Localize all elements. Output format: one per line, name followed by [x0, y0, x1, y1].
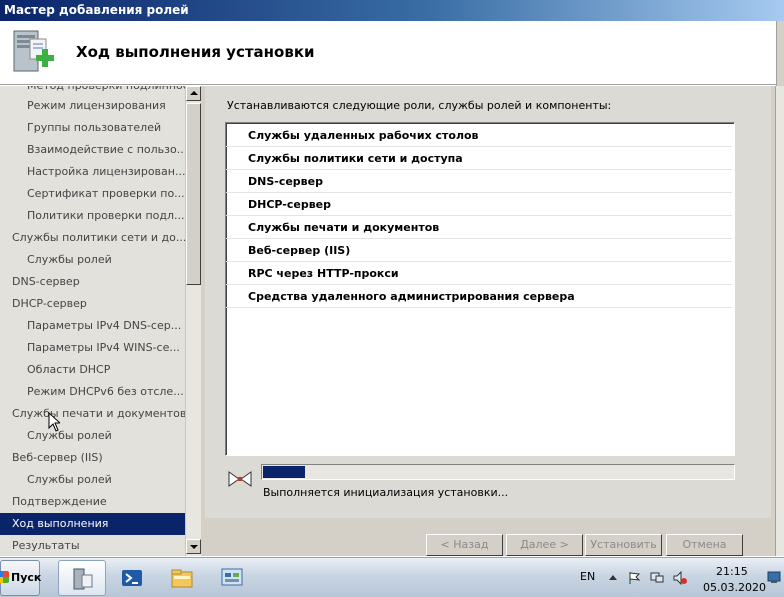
- list-item: Службы печати и документов: [226, 216, 732, 239]
- tray-arrow-icon[interactable]: [606, 571, 620, 585]
- list-item: Веб-сервер (IIS): [226, 239, 732, 262]
- install-intro-text: Устанавливаются следующие роли, службы р…: [227, 99, 612, 112]
- list-item: Службы удаленных рабочих столов: [226, 124, 732, 147]
- nav-item-auth-certificate[interactable]: Сертификат проверки по...: [0, 183, 185, 205]
- taskbar-explorer[interactable]: [158, 560, 206, 596]
- window-right-edge: [775, 86, 784, 556]
- volume-muted-icon[interactable]: [673, 571, 687, 585]
- nav-item-licensing-config[interactable]: Настройка лицензирован...: [0, 161, 185, 183]
- taskbar-server-manager[interactable]: [58, 560, 106, 596]
- windows-logo-icon: [0, 571, 9, 583]
- nav-item-nps[interactable]: Службы политики сети и до...: [0, 227, 185, 249]
- nav-item-licensing-mode[interactable]: Режим лицензирования: [0, 95, 185, 117]
- installing-icon: [228, 471, 252, 487]
- arrow-up-icon: [190, 91, 198, 95]
- nav-item-auth-policies[interactable]: Политики проверки подл...: [0, 205, 185, 227]
- server-manager-icon: [73, 568, 93, 590]
- cancel-button[interactable]: Отмена: [666, 534, 743, 556]
- nav-scrollbar[interactable]: [185, 86, 201, 556]
- back-button[interactable]: < Назад: [426, 534, 503, 556]
- start-label: Пуск: [11, 571, 42, 584]
- window-title-bar[interactable]: Мастер добавления ролей: [0, 0, 784, 21]
- nav-item-dhcp-scopes[interactable]: Области DHCP: [0, 359, 185, 381]
- taskbar: Пуск EN 21:15 05.03.2020: [0, 557, 784, 597]
- nav-item-dhcpv6-mode[interactable]: Режим DHCPv6 без отсле...: [0, 381, 185, 403]
- taskbar-control-panel[interactable]: [208, 560, 256, 596]
- install-button[interactable]: Установить: [585, 534, 662, 556]
- control-panel-icon: [221, 568, 243, 586]
- language-indicator[interactable]: EN: [580, 570, 595, 583]
- progress-fill: [263, 466, 305, 478]
- list-item: Службы политики сети и доступа: [226, 147, 732, 170]
- nav-item-progress[interactable]: Ход выполнения: [0, 513, 185, 535]
- nav-item-dhcp-server[interactable]: DHCP-сервер: [0, 293, 185, 315]
- nav-item-user-experience[interactable]: Взаимодействие с пользо...: [0, 139, 185, 161]
- nav-item-print-role-services[interactable]: Службы ролей: [0, 425, 185, 447]
- list-item: DNS-сервер: [226, 170, 732, 193]
- nav-item-user-groups[interactable]: Группы пользователей: [0, 117, 185, 139]
- nav-item-web-role-services[interactable]: Службы ролей: [0, 469, 185, 491]
- start-button[interactable]: Пуск: [0, 560, 42, 596]
- wizard-step-list[interactable]: Метод проверки подлинности Режим лицензи…: [0, 86, 185, 556]
- list-item: DHCP-сервер: [226, 193, 732, 216]
- scroll-up-button[interactable]: [186, 86, 201, 101]
- nav-item-confirmation[interactable]: Подтверждение: [0, 491, 185, 513]
- taskbar-powershell[interactable]: [108, 560, 156, 596]
- components-list[interactable]: Службы удаленных рабочих столов Службы п…: [225, 122, 735, 456]
- nav-item-print-services[interactable]: Службы печати и документов: [0, 403, 185, 425]
- list-item: RPC через HTTP-прокси: [226, 262, 732, 285]
- nav-item-results[interactable]: Результаты: [0, 535, 185, 556]
- server-roles-add-icon: [13, 30, 54, 72]
- clock-time[interactable]: 21:15: [716, 565, 748, 578]
- explorer-folder-icon: [171, 569, 193, 588]
- clock-date[interactable]: 05.03.2020: [703, 581, 766, 594]
- scroll-thumb[interactable]: [186, 103, 201, 285]
- page-title: Ход выполнения установки: [76, 43, 315, 61]
- nav-item-dns-server[interactable]: DNS-сервер: [0, 271, 185, 293]
- nav-item-nps-role-services[interactable]: Службы ролей: [0, 249, 185, 271]
- nav-item-ipv4-dns[interactable]: Параметры IPv4 DNS-сер...: [0, 315, 185, 337]
- nav-item-web-server[interactable]: Веб-сервер (IIS): [0, 447, 185, 469]
- window-title: Мастер добавления ролей: [4, 3, 189, 17]
- arrow-down-icon: [190, 545, 198, 549]
- wizard-header: Ход выполнения установки: [0, 21, 784, 85]
- scroll-down-button[interactable]: [186, 539, 201, 554]
- nav-item-ipv4-wins[interactable]: Параметры IPv4 WINS-се...: [0, 337, 185, 359]
- install-status-text: Выполняется инициализация установки...: [263, 486, 509, 499]
- action-center-flag-icon[interactable]: [627, 571, 641, 585]
- list-item: Средства удаленного администрирования се…: [226, 285, 732, 308]
- network-icon[interactable]: [650, 571, 664, 585]
- next-button[interactable]: Далее >: [506, 534, 583, 556]
- show-desktop-icon[interactable]: [767, 570, 781, 584]
- powershell-icon: [122, 570, 142, 586]
- mouse-cursor-icon: [48, 412, 60, 432]
- install-progress-bar: [261, 464, 735, 480]
